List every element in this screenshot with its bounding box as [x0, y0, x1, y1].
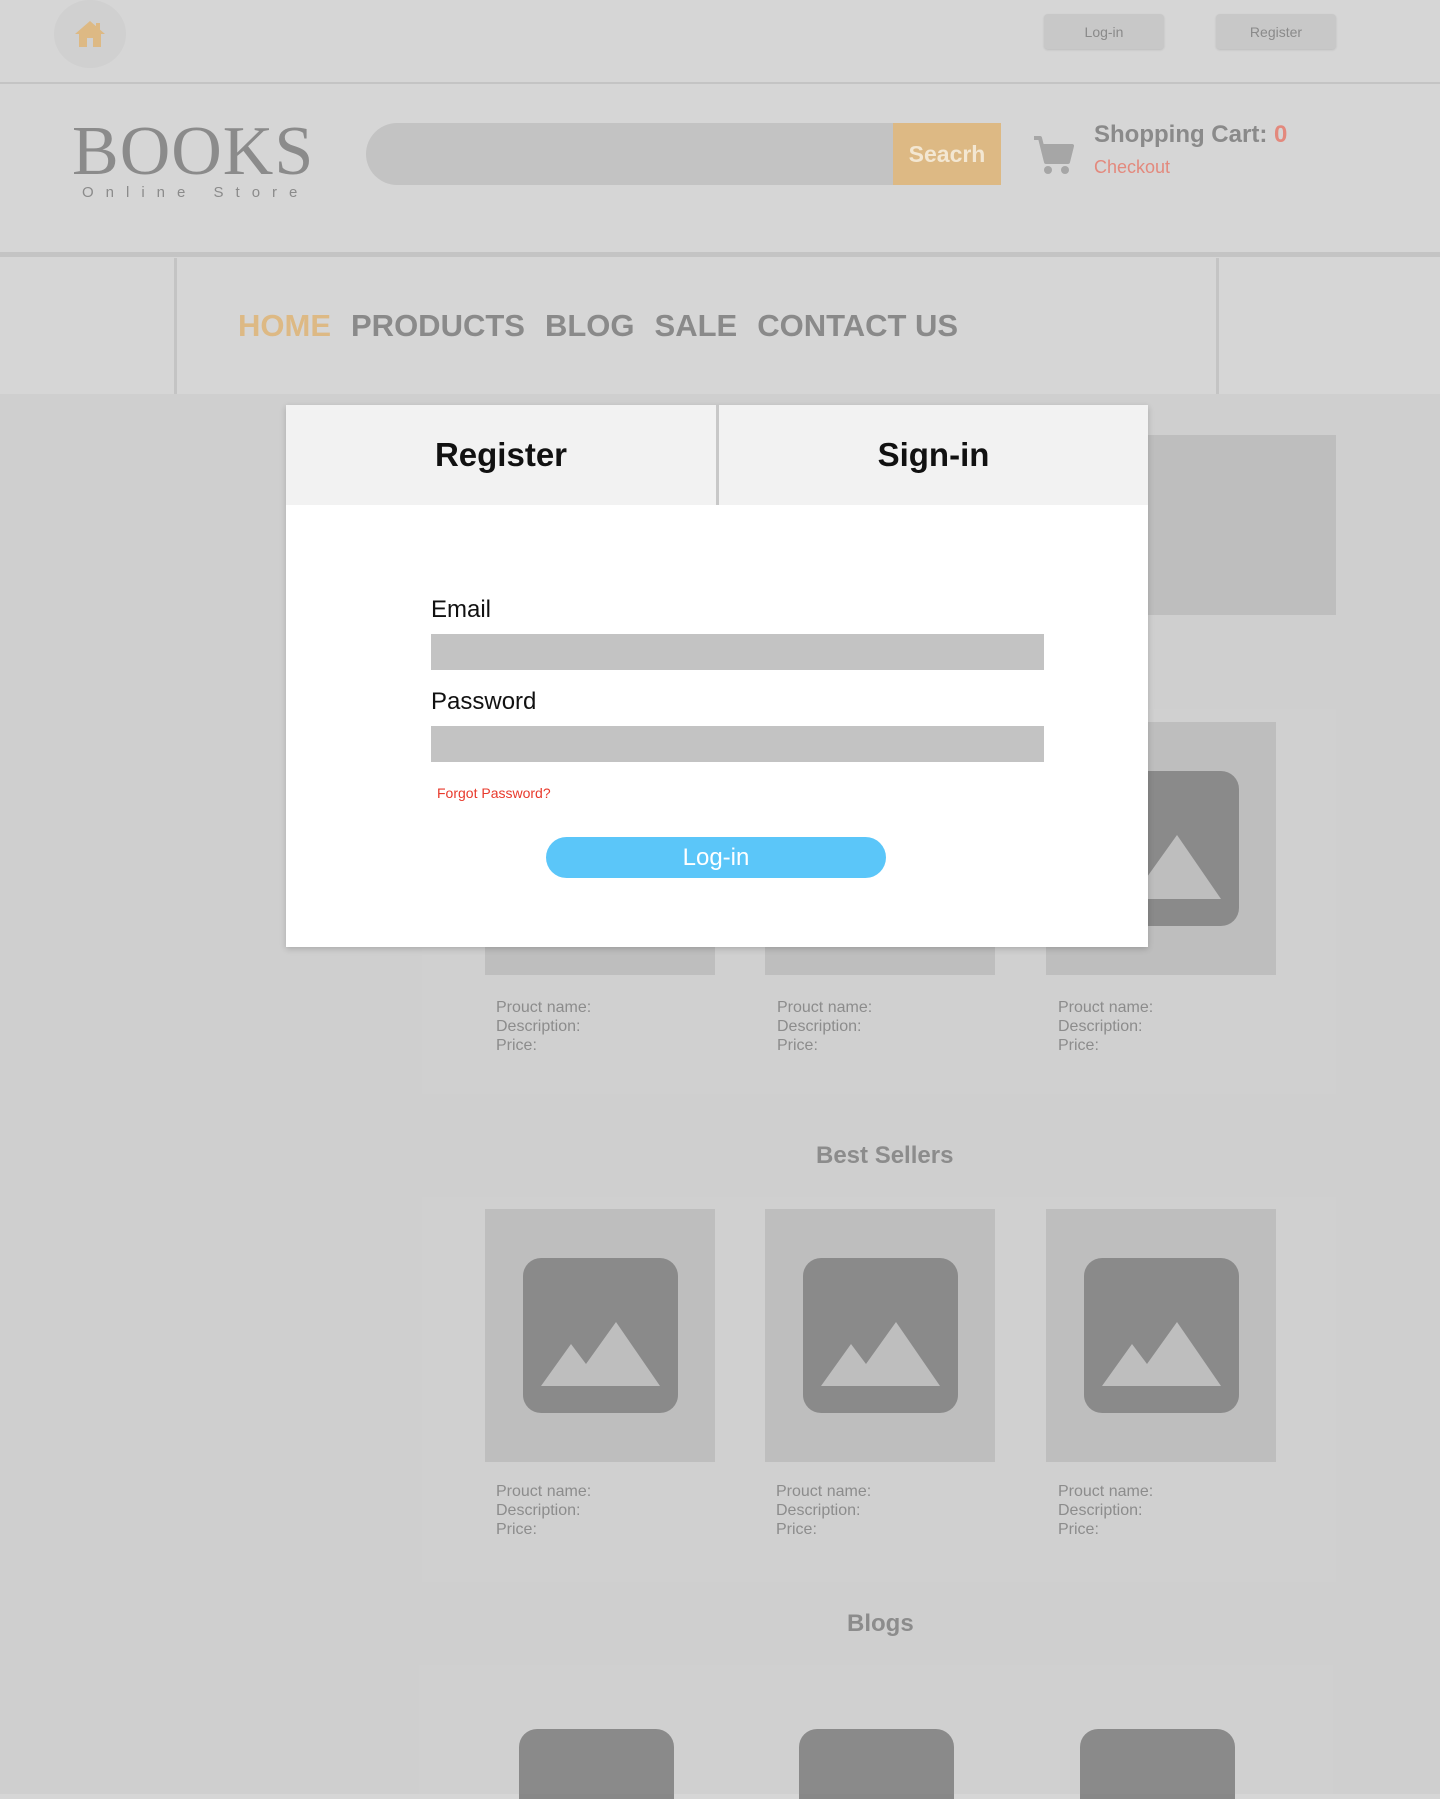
cart-count: 0 [1273, 121, 1288, 148]
logo-title[interactable]: BOOKS [72, 112, 314, 192]
home-button[interactable] [54, 0, 126, 68]
nav-item-home[interactable]: HOME [238, 308, 331, 344]
search-button[interactable]: Seacrh [893, 123, 1001, 185]
nav-divider-left [174, 258, 177, 394]
nav-item-blog[interactable]: BLOG [545, 308, 635, 344]
register-button[interactable]: Register [1216, 14, 1336, 49]
checkout-link[interactable]: Checkout [1094, 157, 1170, 178]
tab-sign-in[interactable]: Sign-in [719, 405, 1148, 505]
forgot-password-link[interactable]: Forgot Password? [437, 785, 551, 801]
cart-icon[interactable] [1030, 132, 1076, 178]
cart-label-text: Shopping Cart: [1094, 121, 1268, 148]
home-icon [75, 21, 105, 47]
login-button[interactable]: Log-in [1044, 14, 1164, 49]
logo-subtitle: Online Store [82, 184, 310, 201]
search-input[interactable] [366, 123, 894, 185]
nav-item-contact-us[interactable]: CONTACT US [757, 308, 958, 344]
nav-item-sale[interactable]: SALE [655, 308, 738, 344]
nav-divider-right [1216, 258, 1219, 394]
nav-items: HOME PRODUCTS BLOG SALE CONTACT US [238, 308, 958, 344]
nav-item-products[interactable]: PRODUCTS [351, 308, 525, 344]
email-field[interactable] [431, 634, 1044, 670]
shopping-cart-label[interactable]: Shopping Cart: 0 [1094, 121, 1287, 149]
email-label: Email [431, 596, 492, 623]
modal-login-button[interactable]: Log-in [546, 837, 886, 878]
login-modal: Register Sign-in Email Password Forgot P… [286, 405, 1148, 947]
password-field[interactable] [431, 726, 1044, 762]
tab-register[interactable]: Register [286, 405, 716, 505]
password-label: Password [431, 688, 537, 715]
